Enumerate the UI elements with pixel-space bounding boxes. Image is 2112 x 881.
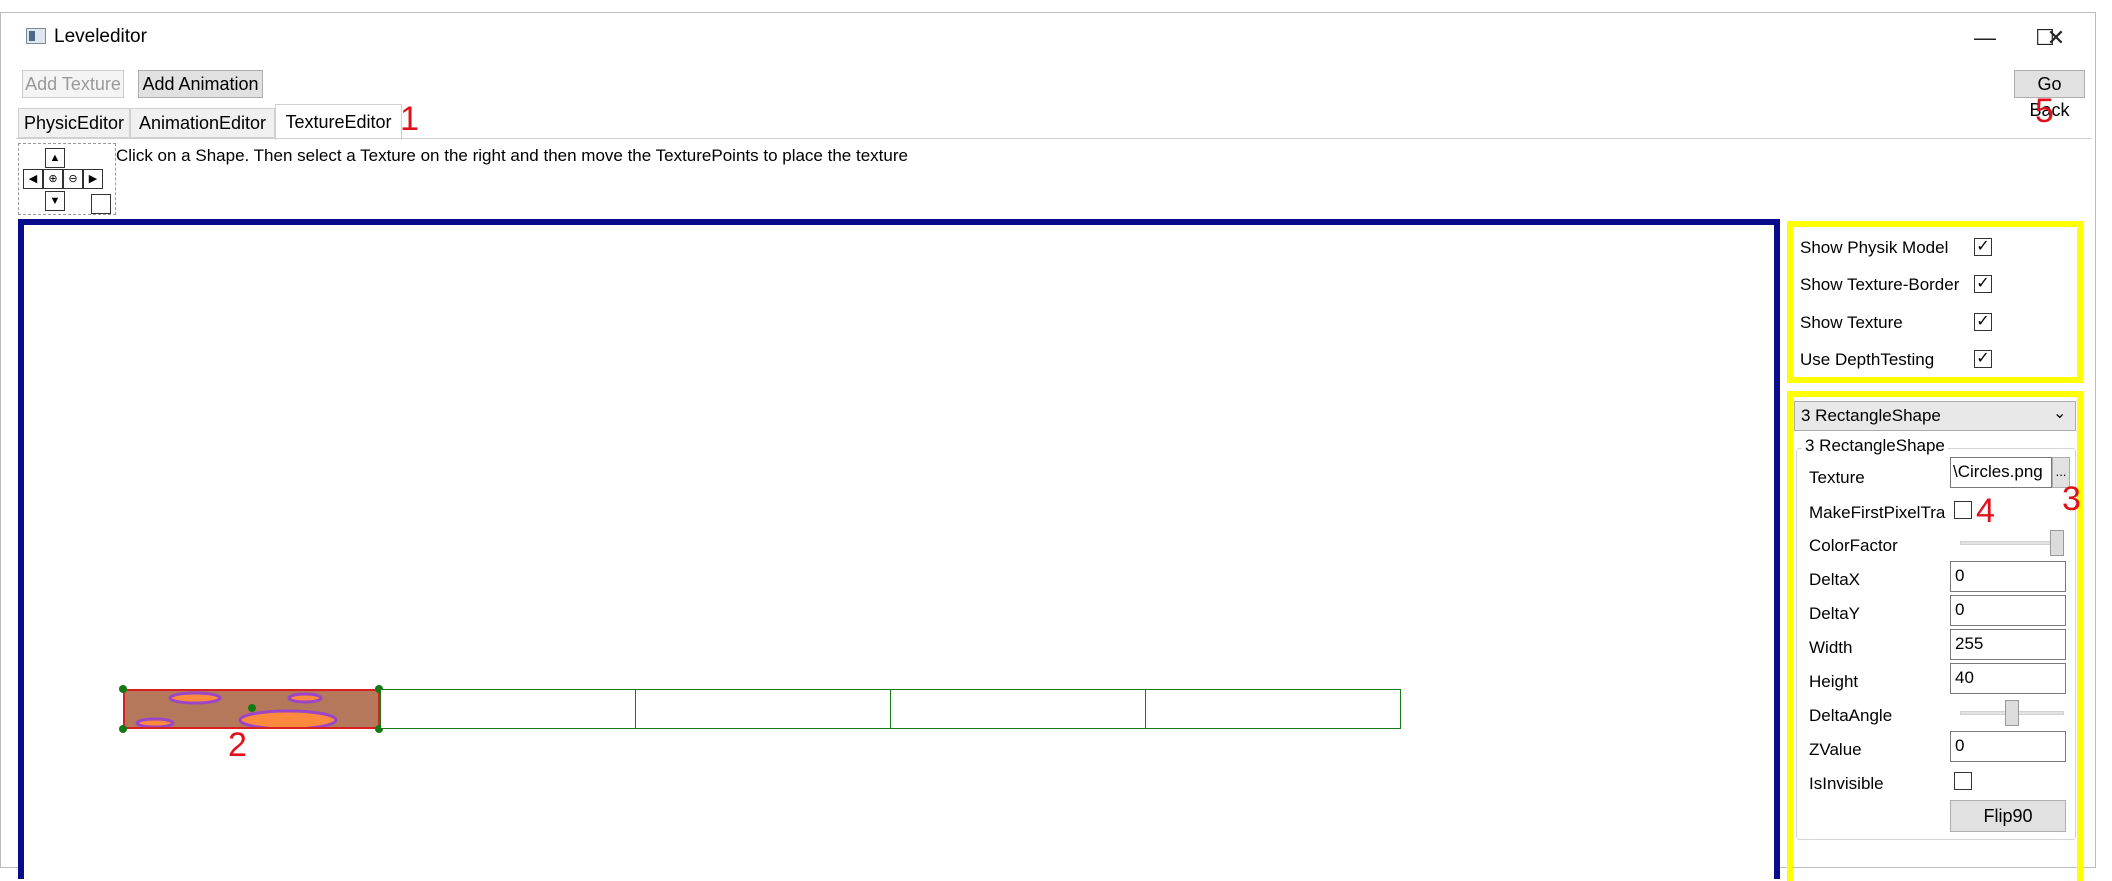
rectangle-shape[interactable]	[1145, 689, 1401, 729]
z-value-label: ZValue	[1809, 740, 1862, 759]
zoom-out-icon[interactable]: ⊖	[63, 169, 83, 189]
width-field[interactable]: 255	[1950, 629, 2066, 660]
texture-point-top-left[interactable]	[119, 685, 127, 693]
annotation-4: 4	[1976, 492, 1995, 530]
shape-selector-dropdown[interactable]: 3 RectangleShape ⌄	[1794, 401, 2076, 431]
reset-view-checkbox[interactable]	[91, 194, 111, 214]
annotation-3: 3	[2062, 480, 2081, 518]
level-canvas[interactable]	[18, 219, 1780, 879]
show-texture-checkbox[interactable]: ✓	[1974, 313, 1992, 331]
height-label: Height	[1809, 672, 1859, 691]
window-title: Leveleditor	[54, 26, 147, 47]
tab-texture-editor[interactable]: TextureEditor	[275, 104, 402, 140]
z-value-field[interactable]: 0	[1950, 731, 2066, 762]
is-invisible-label: IsInvisible	[1809, 774, 1884, 793]
color-factor-label: ColorFactor	[1809, 536, 1898, 555]
is-invisible-checkbox[interactable]	[1954, 772, 1972, 790]
flip90-button[interactable]: Flip90	[1950, 800, 2066, 832]
texture-point-center[interactable]	[248, 704, 256, 712]
shape-selector-value: 3 RectangleShape	[1801, 406, 1941, 425]
texture-path-field[interactable]: \Circles.png	[1950, 457, 2052, 488]
properties-group-title: 3 RectangleShape	[1802, 436, 1948, 456]
show-texture-border-checkbox[interactable]: ✓	[1974, 275, 1992, 293]
pan-down-icon[interactable]: ▼	[45, 191, 65, 211]
annotation-5: 5	[2035, 92, 2054, 130]
color-factor-slider-thumb[interactable]	[2050, 530, 2064, 556]
add-animation-button[interactable]: Add Animation	[138, 70, 263, 98]
texture-point-bottom-left[interactable]	[119, 725, 127, 733]
delta-x-field[interactable]: 0	[1950, 561, 2066, 592]
rectangle-shape[interactable]	[890, 689, 1146, 729]
annotation-2: 2	[228, 726, 247, 764]
make-first-pixel-checkbox[interactable]	[1954, 501, 1972, 519]
annotation-1: 1	[400, 100, 419, 138]
delta-x-label: DeltaX	[1809, 570, 1861, 589]
zoom-in-icon[interactable]: ⊕	[43, 169, 63, 189]
show-texture-label: Show Texture	[1800, 313, 1903, 332]
tab-physic-editor[interactable]: PhysicEditor	[18, 108, 130, 138]
use-depth-testing-checkbox[interactable]: ✓	[1974, 350, 1992, 368]
delta-y-label: DeltaY	[1809, 604, 1861, 623]
app-icon	[26, 28, 46, 44]
minimize-button[interactable]: —	[1965, 22, 2005, 54]
chevron-down-icon: ⌄	[2053, 405, 2067, 422]
pan-right-icon[interactable]: ▶	[83, 169, 103, 189]
close-button[interactable]: ✕	[2036, 22, 2076, 54]
delta-angle-slider-thumb[interactable]	[2005, 700, 2019, 726]
color-factor-slider[interactable]	[1960, 541, 2064, 545]
delta-y-field[interactable]: 0	[1950, 595, 2066, 626]
use-depth-testing-label: Use DepthTesting	[1800, 350, 1935, 369]
add-texture-button[interactable]: Add Texture	[22, 70, 124, 98]
rectangle-shape[interactable]	[380, 689, 636, 729]
view-navigation-control: ▲ ◀ ⊕ ⊖ ▶ ▼	[18, 143, 116, 215]
pan-left-icon[interactable]: ◀	[23, 169, 43, 189]
show-physik-model-label: Show Physik Model	[1800, 238, 1949, 257]
delta-angle-label: DeltaAngle	[1809, 706, 1893, 725]
rectangle-shape[interactable]	[635, 689, 891, 729]
make-first-pixel-label: MakeFirstPixelTra	[1809, 503, 1946, 522]
show-physik-model-checkbox[interactable]: ✓	[1974, 238, 1992, 256]
show-texture-border-label: Show Texture-Border	[1800, 275, 1960, 294]
tab-panel-border	[16, 138, 2092, 139]
width-label: Width	[1809, 638, 1853, 657]
pan-up-icon[interactable]: ▲	[45, 148, 65, 168]
height-field[interactable]: 40	[1950, 663, 2066, 694]
instructions-text: Click on a Shape. Then select a Texture …	[116, 146, 908, 165]
texture-label: Texture	[1809, 468, 1865, 487]
tab-animation-editor[interactable]: AnimationEditor	[130, 108, 275, 138]
